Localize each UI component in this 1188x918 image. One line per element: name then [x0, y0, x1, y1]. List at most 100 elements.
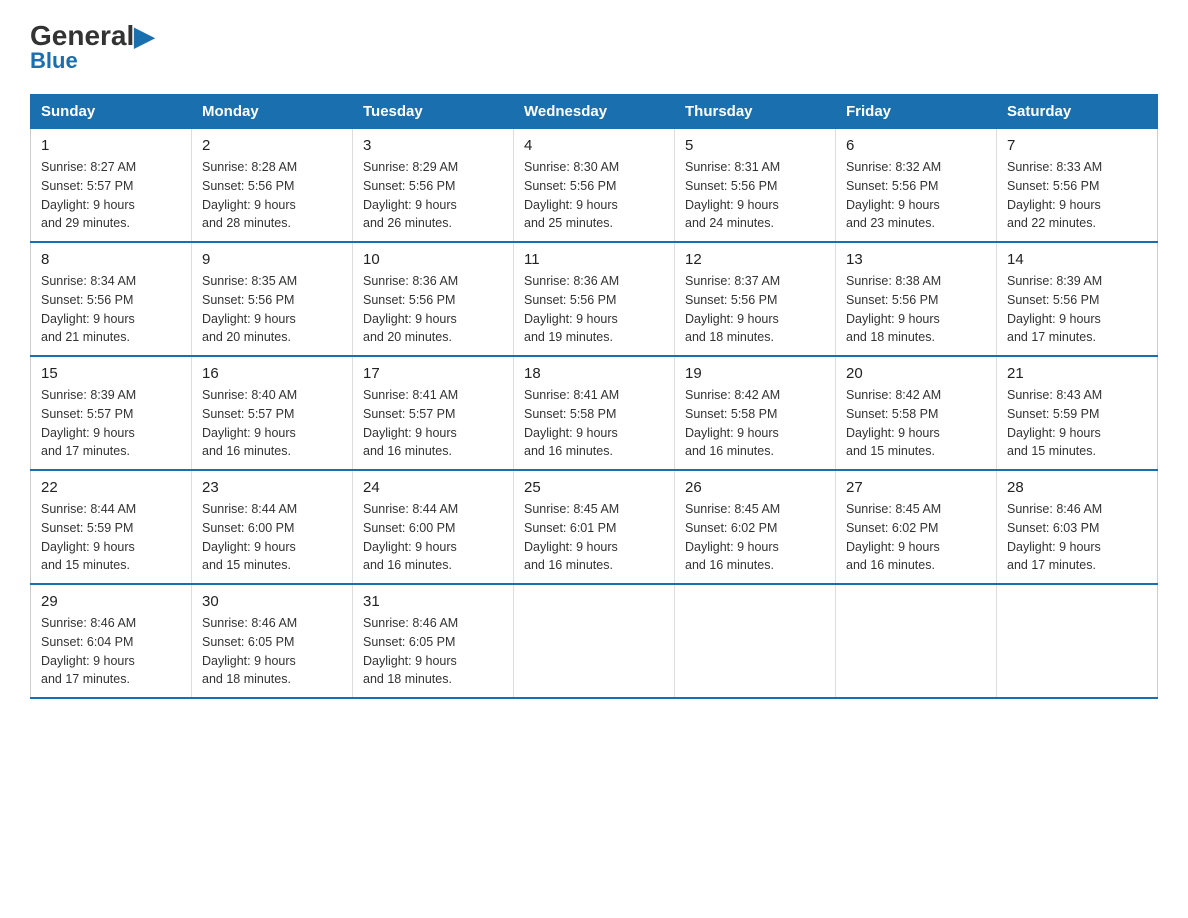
- calendar-table: SundayMondayTuesdayWednesdayThursdayFrid…: [30, 94, 1158, 699]
- day-number: 21: [1007, 365, 1147, 382]
- calendar-cell: [675, 584, 836, 698]
- day-number: 3: [363, 137, 503, 154]
- calendar-cell: [836, 584, 997, 698]
- calendar-cell: 22 Sunrise: 8:44 AMSunset: 5:59 PMDaylig…: [31, 470, 192, 584]
- day-number: 20: [846, 365, 986, 382]
- calendar-cell: 10 Sunrise: 8:36 AMSunset: 5:56 PMDaylig…: [353, 242, 514, 356]
- day-info: Sunrise: 8:44 AMSunset: 5:59 PMDaylight:…: [41, 500, 181, 575]
- day-number: 31: [363, 593, 503, 610]
- calendar-cell: 29 Sunrise: 8:46 AMSunset: 6:04 PMDaylig…: [31, 584, 192, 698]
- day-info: Sunrise: 8:41 AMSunset: 5:57 PMDaylight:…: [363, 386, 503, 461]
- weekday-saturday: Saturday: [997, 95, 1158, 129]
- calendar-cell: 1 Sunrise: 8:27 AMSunset: 5:57 PMDayligh…: [31, 129, 192, 243]
- day-info: Sunrise: 8:39 AMSunset: 5:57 PMDaylight:…: [41, 386, 181, 461]
- day-number: 16: [202, 365, 342, 382]
- day-info: Sunrise: 8:43 AMSunset: 5:59 PMDaylight:…: [1007, 386, 1147, 461]
- calendar-cell: 26 Sunrise: 8:45 AMSunset: 6:02 PMDaylig…: [675, 470, 836, 584]
- day-number: 1: [41, 137, 181, 154]
- calendar-cell: 23 Sunrise: 8:44 AMSunset: 6:00 PMDaylig…: [192, 470, 353, 584]
- day-number: 6: [846, 137, 986, 154]
- calendar-cell: 6 Sunrise: 8:32 AMSunset: 5:56 PMDayligh…: [836, 129, 997, 243]
- day-number: 10: [363, 251, 503, 268]
- calendar-cell: 2 Sunrise: 8:28 AMSunset: 5:56 PMDayligh…: [192, 129, 353, 243]
- calendar-cell: 24 Sunrise: 8:44 AMSunset: 6:00 PMDaylig…: [353, 470, 514, 584]
- day-info: Sunrise: 8:29 AMSunset: 5:56 PMDaylight:…: [363, 158, 503, 233]
- calendar-cell: 15 Sunrise: 8:39 AMSunset: 5:57 PMDaylig…: [31, 356, 192, 470]
- calendar-cell: 8 Sunrise: 8:34 AMSunset: 5:56 PMDayligh…: [31, 242, 192, 356]
- day-number: 24: [363, 479, 503, 496]
- weekday-thursday: Thursday: [675, 95, 836, 129]
- day-info: Sunrise: 8:42 AMSunset: 5:58 PMDaylight:…: [846, 386, 986, 461]
- day-info: Sunrise: 8:30 AMSunset: 5:56 PMDaylight:…: [524, 158, 664, 233]
- day-info: Sunrise: 8:36 AMSunset: 5:56 PMDaylight:…: [524, 272, 664, 347]
- calendar-cell: 21 Sunrise: 8:43 AMSunset: 5:59 PMDaylig…: [997, 356, 1158, 470]
- day-number: 15: [41, 365, 181, 382]
- day-info: Sunrise: 8:46 AMSunset: 6:05 PMDaylight:…: [363, 614, 503, 689]
- day-number: 12: [685, 251, 825, 268]
- calendar-cell: 14 Sunrise: 8:39 AMSunset: 5:56 PMDaylig…: [997, 242, 1158, 356]
- calendar-week-4: 22 Sunrise: 8:44 AMSunset: 5:59 PMDaylig…: [31, 470, 1158, 584]
- calendar-cell: [514, 584, 675, 698]
- calendar-cell: 16 Sunrise: 8:40 AMSunset: 5:57 PMDaylig…: [192, 356, 353, 470]
- day-number: 11: [524, 251, 664, 268]
- day-info: Sunrise: 8:32 AMSunset: 5:56 PMDaylight:…: [846, 158, 986, 233]
- day-info: Sunrise: 8:39 AMSunset: 5:56 PMDaylight:…: [1007, 272, 1147, 347]
- day-info: Sunrise: 8:40 AMSunset: 5:57 PMDaylight:…: [202, 386, 342, 461]
- weekday-sunday: Sunday: [31, 95, 192, 129]
- day-number: 7: [1007, 137, 1147, 154]
- day-number: 29: [41, 593, 181, 610]
- calendar-cell: 17 Sunrise: 8:41 AMSunset: 5:57 PMDaylig…: [353, 356, 514, 470]
- day-number: 13: [846, 251, 986, 268]
- day-number: 9: [202, 251, 342, 268]
- calendar-cell: 18 Sunrise: 8:41 AMSunset: 5:58 PMDaylig…: [514, 356, 675, 470]
- day-info: Sunrise: 8:28 AMSunset: 5:56 PMDaylight:…: [202, 158, 342, 233]
- day-number: 14: [1007, 251, 1147, 268]
- day-info: Sunrise: 8:44 AMSunset: 6:00 PMDaylight:…: [202, 500, 342, 575]
- day-number: 2: [202, 137, 342, 154]
- calendar-week-3: 15 Sunrise: 8:39 AMSunset: 5:57 PMDaylig…: [31, 356, 1158, 470]
- logo-general: General: [30, 20, 134, 51]
- calendar-cell: 3 Sunrise: 8:29 AMSunset: 5:56 PMDayligh…: [353, 129, 514, 243]
- day-number: 27: [846, 479, 986, 496]
- day-number: 23: [202, 479, 342, 496]
- day-info: Sunrise: 8:37 AMSunset: 5:56 PMDaylight:…: [685, 272, 825, 347]
- day-number: 8: [41, 251, 181, 268]
- day-info: Sunrise: 8:34 AMSunset: 5:56 PMDaylight:…: [41, 272, 181, 347]
- day-info: Sunrise: 8:44 AMSunset: 6:00 PMDaylight:…: [363, 500, 503, 575]
- calendar-cell: 31 Sunrise: 8:46 AMSunset: 6:05 PMDaylig…: [353, 584, 514, 698]
- day-info: Sunrise: 8:27 AMSunset: 5:57 PMDaylight:…: [41, 158, 181, 233]
- day-info: Sunrise: 8:46 AMSunset: 6:05 PMDaylight:…: [202, 614, 342, 689]
- calendar-cell: [997, 584, 1158, 698]
- day-info: Sunrise: 8:45 AMSunset: 6:02 PMDaylight:…: [846, 500, 986, 575]
- day-number: 4: [524, 137, 664, 154]
- logo-blue: Blue: [30, 48, 78, 74]
- day-info: Sunrise: 8:33 AMSunset: 5:56 PMDaylight:…: [1007, 158, 1147, 233]
- weekday-header-row: SundayMondayTuesdayWednesdayThursdayFrid…: [31, 95, 1158, 129]
- day-number: 18: [524, 365, 664, 382]
- day-info: Sunrise: 8:31 AMSunset: 5:56 PMDaylight:…: [685, 158, 825, 233]
- day-number: 22: [41, 479, 181, 496]
- calendar-cell: 11 Sunrise: 8:36 AMSunset: 5:56 PMDaylig…: [514, 242, 675, 356]
- calendar-cell: 30 Sunrise: 8:46 AMSunset: 6:05 PMDaylig…: [192, 584, 353, 698]
- calendar-cell: 19 Sunrise: 8:42 AMSunset: 5:58 PMDaylig…: [675, 356, 836, 470]
- calendar-cell: 7 Sunrise: 8:33 AMSunset: 5:56 PMDayligh…: [997, 129, 1158, 243]
- weekday-tuesday: Tuesday: [353, 95, 514, 129]
- day-number: 17: [363, 365, 503, 382]
- calendar-cell: 5 Sunrise: 8:31 AMSunset: 5:56 PMDayligh…: [675, 129, 836, 243]
- day-number: 26: [685, 479, 825, 496]
- calendar-week-1: 1 Sunrise: 8:27 AMSunset: 5:57 PMDayligh…: [31, 129, 1158, 243]
- day-number: 25: [524, 479, 664, 496]
- calendar-cell: 4 Sunrise: 8:30 AMSunset: 5:56 PMDayligh…: [514, 129, 675, 243]
- calendar-cell: 27 Sunrise: 8:45 AMSunset: 6:02 PMDaylig…: [836, 470, 997, 584]
- weekday-wednesday: Wednesday: [514, 95, 675, 129]
- calendar-cell: 9 Sunrise: 8:35 AMSunset: 5:56 PMDayligh…: [192, 242, 353, 356]
- logo: General▶ Blue: [30, 20, 154, 74]
- day-number: 5: [685, 137, 825, 154]
- calendar-cell: 20 Sunrise: 8:42 AMSunset: 5:58 PMDaylig…: [836, 356, 997, 470]
- day-info: Sunrise: 8:36 AMSunset: 5:56 PMDaylight:…: [363, 272, 503, 347]
- day-info: Sunrise: 8:46 AMSunset: 6:03 PMDaylight:…: [1007, 500, 1147, 575]
- day-number: 28: [1007, 479, 1147, 496]
- day-info: Sunrise: 8:42 AMSunset: 5:58 PMDaylight:…: [685, 386, 825, 461]
- day-info: Sunrise: 8:41 AMSunset: 5:58 PMDaylight:…: [524, 386, 664, 461]
- calendar-week-2: 8 Sunrise: 8:34 AMSunset: 5:56 PMDayligh…: [31, 242, 1158, 356]
